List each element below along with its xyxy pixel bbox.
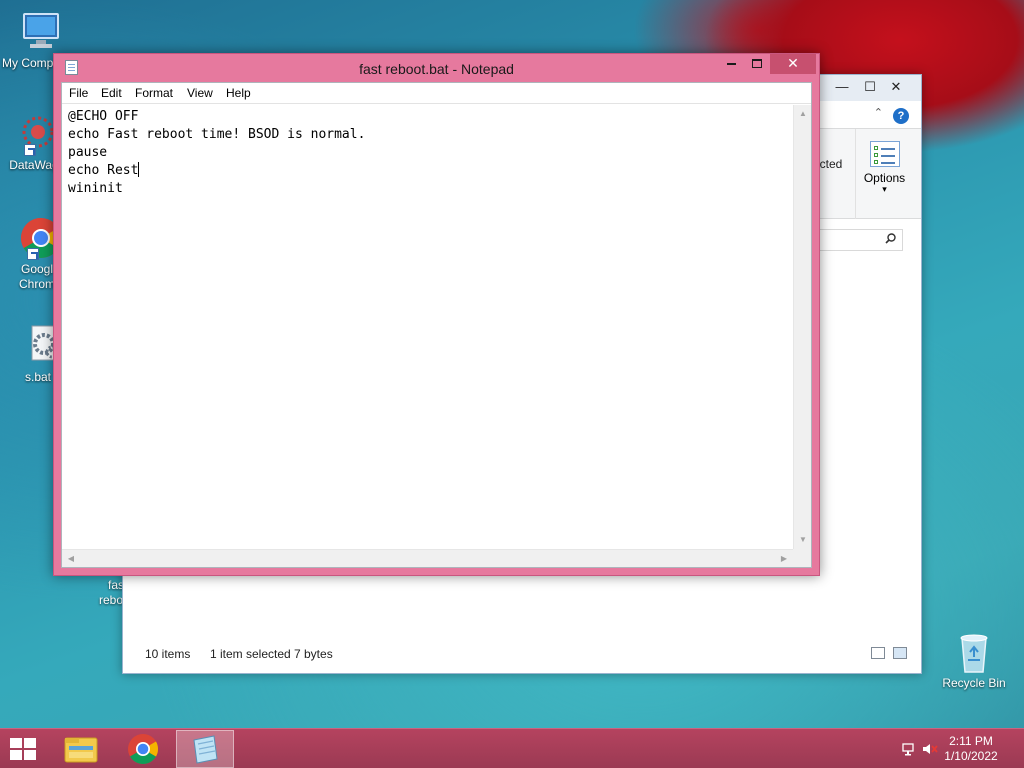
start-button[interactable] [10,738,38,760]
menu-bar: File Edit Format View Help [62,83,811,104]
taskbar-file-explorer[interactable] [52,730,110,768]
shortcut-arrow-icon [27,248,39,260]
desktop-icon-label: Recycle Bin [942,676,1006,690]
close-button[interactable]: ✕ [770,54,816,74]
text-editor[interactable]: @ECHO OFF echo Fast reboot time! BSOD is… [62,105,793,549]
menu-file[interactable]: File [68,86,89,100]
taskbar-notepad[interactable] [176,730,234,768]
computer-icon [18,10,62,54]
menu-edit[interactable]: Edit [100,86,123,100]
explorer-minimize-button[interactable]: — [827,77,857,97]
file-explorer-icon [64,737,98,763]
vertical-scrollbar[interactable]: ▲ ▼ [793,105,811,549]
maximize-button[interactable] [744,54,770,74]
large-icons-view-icon[interactable] [893,647,907,659]
options-label: Options [863,171,906,185]
horizontal-scrollbar[interactable]: ◀ ▶ [62,549,793,567]
editor-content: @ECHO OFF echo Fast reboot time! BSOD is… [62,105,793,201]
network-icon[interactable] [902,742,916,759]
explorer-status-bar: 10 items 1 item selected 7 bytes [123,635,921,673]
search-icon [885,233,896,247]
editor-line: @ECHO OFF [68,109,139,124]
clock-time: 2:11 PM [949,734,993,748]
scroll-up-icon[interactable]: ▲ [794,105,812,123]
scroll-left-icon[interactable]: ◀ [62,550,80,568]
maximize-icon [752,59,762,69]
taskbar-chrome[interactable] [114,730,172,768]
taskbar: 2:11 PM 1/10/2022 [0,728,1024,768]
status-selection: 1 item selected [210,647,291,661]
recycle-bin-icon [952,630,996,674]
details-view-icon[interactable] [871,647,885,659]
scrollbar-corner [793,549,811,567]
editor-line: echo Rest [68,163,139,178]
menu-view[interactable]: View [186,86,214,100]
taskbar-clock[interactable]: 2:11 PM 1/10/2022 [936,734,1006,764]
clock-date: 1/10/2022 [944,749,998,763]
scroll-right-icon[interactable]: ▶ [775,550,793,568]
editor-line: pause [68,145,108,160]
options-dropdown-icon: ▾ [882,184,887,194]
explorer-close-button[interactable]: ✕ [881,77,911,97]
chrome-icon [128,734,159,765]
help-icon[interactable]: ? [893,108,909,124]
notepad-icon [193,735,218,764]
notepad-window: fast reboot.bat - Notepad ✕ File Edit Fo… [53,53,820,576]
notepad-title-bar[interactable]: fast reboot.bat - Notepad ✕ [54,54,819,82]
options-icon [869,141,900,167]
editor-line: wininit [68,181,123,196]
minimize-icon [726,62,736,65]
text-caret [138,162,140,177]
shortcut-arrow-icon [24,144,36,156]
datawagon-icon [12,112,56,156]
window-title: fast reboot.bat - Notepad [359,61,514,77]
editor-line: echo Fast reboot time! BSOD is normal. [68,127,366,142]
menu-help[interactable]: Help [225,86,252,100]
status-item-count: 10 items [145,647,191,661]
minimize-button[interactable] [718,54,744,74]
scroll-down-icon[interactable]: ▼ [794,531,812,549]
explorer-search-input[interactable] [817,229,903,251]
status-size: 7 bytes [294,647,333,661]
desktop-icon-recycle-bin[interactable]: Recycle Bin [936,630,1012,691]
notepad-client-area: File Edit Format View Help @ECHO OFF ech… [61,82,812,568]
menu-format[interactable]: Format [134,86,174,100]
options-button[interactable]: Options ▾ [855,129,913,219]
chevron-up-icon[interactable]: ⌃ [874,106,883,119]
